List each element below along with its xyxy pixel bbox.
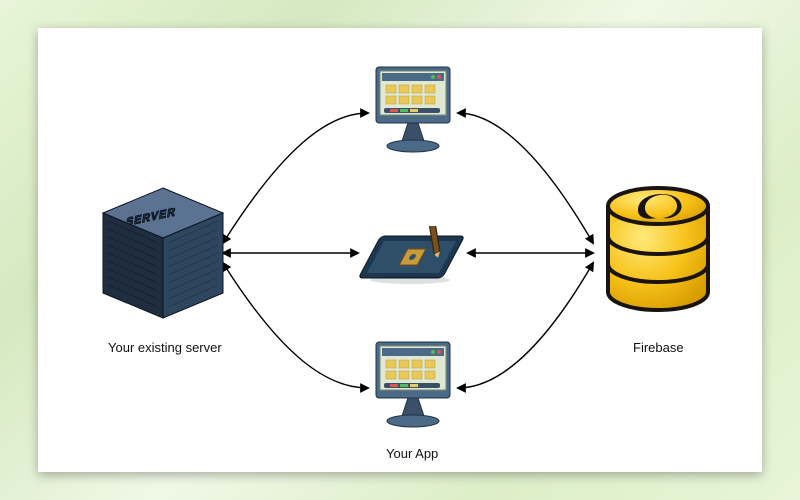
edge-fb-top (458, 113, 593, 243)
server-icon: SERVER (98, 183, 228, 323)
tablet-app-icon (358, 226, 468, 286)
edge-server-top (223, 113, 368, 243)
server-label: Your existing server (108, 340, 222, 355)
app-label: Your App (386, 446, 438, 461)
edge-server-bot (223, 263, 368, 388)
desktop-app-icon (368, 338, 458, 433)
edge-fb-bot (458, 263, 593, 388)
database-icon (593, 178, 723, 328)
diagram-frame: SERVER (38, 28, 762, 472)
firebase-label: Firebase (633, 340, 684, 355)
desktop-app-icon (368, 63, 458, 158)
